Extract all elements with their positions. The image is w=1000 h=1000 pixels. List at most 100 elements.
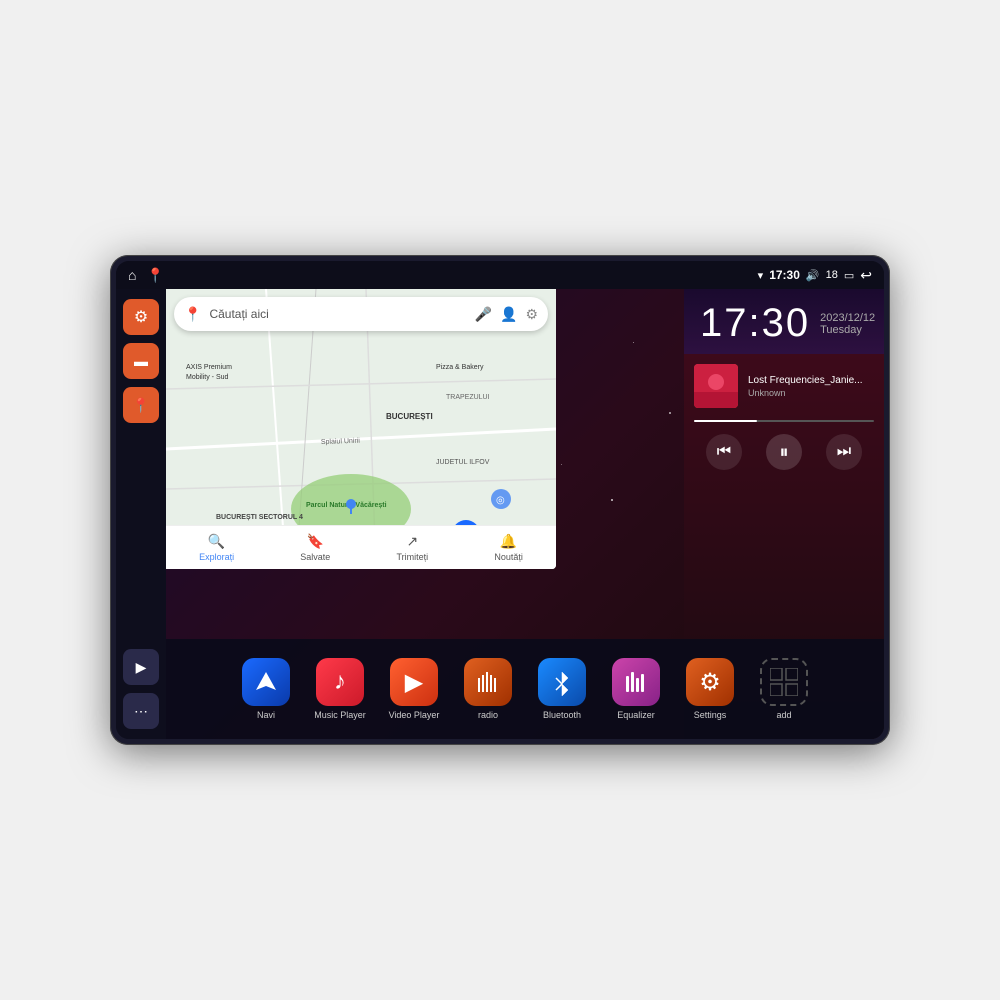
map-search-bar[interactable]: 📍 Căutați aici 🎤 👤 ⚙ bbox=[174, 297, 548, 331]
video-player-label: Video Player bbox=[389, 710, 440, 720]
music-progress-fill bbox=[694, 420, 757, 422]
svg-text:JUDETUL ILFOV: JUDETUL ILFOV bbox=[436, 459, 490, 466]
add-app-label: add bbox=[776, 710, 791, 720]
svg-text:Splaiul Unirii: Splaiul Unirii bbox=[321, 438, 361, 446]
settings-icon: ⚙ bbox=[134, 307, 148, 327]
map-bottom-bar: 🔍 Explorați 🔖 Salvate ↗ Trimiteți 🔔 bbox=[166, 525, 556, 569]
clock-date-info: 2023/12/12 Tuesday bbox=[820, 312, 875, 336]
share-label: Trimiteți bbox=[397, 552, 429, 562]
bluetooth-label: Bluetooth bbox=[543, 710, 581, 720]
status-right-icons: ▾ 17:30 🔊 18 ▭ ↩ bbox=[758, 267, 872, 284]
sidebar: ⚙ ▬ 📍 ▶ ⋯ bbox=[116, 289, 166, 739]
explore-icon: 🔍 bbox=[208, 533, 225, 550]
explore-label: Explorați bbox=[199, 552, 234, 562]
back-icon[interactable]: ↩ bbox=[860, 267, 872, 284]
home-icon[interactable]: ⌂ bbox=[128, 267, 136, 284]
status-left-icons: ⌂ 📍 bbox=[128, 267, 164, 284]
main-area: ⚙ ▬ 📍 ▶ ⋯ bbox=[116, 289, 884, 739]
equalizer-icon bbox=[612, 658, 660, 706]
music-controls: ⏮ ⏸ ⏭ bbox=[694, 434, 874, 470]
mic-icon[interactable]: 🎤 bbox=[475, 306, 492, 323]
music-player-icon: ♪ bbox=[316, 658, 364, 706]
status-bar: ⌂ 📍 ▾ 17:30 🔊 18 ▭ ↩ bbox=[116, 261, 884, 289]
music-artist: Unknown bbox=[748, 388, 874, 398]
radio-icon bbox=[464, 658, 512, 706]
svg-text:BUCUREȘTI: BUCUREȘTI bbox=[386, 412, 433, 421]
app-item-add[interactable]: add bbox=[754, 658, 814, 720]
music-pause-button[interactable]: ⏸ bbox=[766, 434, 802, 470]
clock-date: 2023/12/12 bbox=[820, 312, 875, 324]
share-icon: ↗ bbox=[406, 533, 418, 550]
app-item-settings[interactable]: ⚙ Settings bbox=[680, 658, 740, 720]
sidebar-item-map[interactable]: 📍 bbox=[123, 387, 159, 423]
center-content: Splaiul Unirii Parcul Natural Văcărești … bbox=[166, 289, 884, 739]
svg-text:Pizza & Bakery: Pizza & Bakery bbox=[436, 364, 484, 371]
navi-icon bbox=[242, 658, 290, 706]
map-tab-news[interactable]: 🔔 Noutăți bbox=[494, 533, 523, 562]
settings-app-icon: ⚙ bbox=[686, 658, 734, 706]
news-icon: 🔔 bbox=[500, 533, 517, 550]
folder-icon: ▬ bbox=[134, 353, 148, 369]
bluetooth-icon bbox=[538, 658, 586, 706]
music-prev-button[interactable]: ⏮ bbox=[706, 434, 742, 470]
sidebar-item-folder[interactable]: ▬ bbox=[123, 343, 159, 379]
svg-text:TRAPEZULUI: TRAPEZULUI bbox=[446, 394, 490, 401]
clock-widget: 17:30 2023/12/12 Tuesday bbox=[684, 289, 884, 354]
map-container[interactable]: Splaiul Unirii Parcul Natural Văcărești … bbox=[166, 289, 556, 569]
app-item-equalizer[interactable]: Equalizer bbox=[606, 658, 666, 720]
wifi-icon: ▾ bbox=[758, 269, 764, 282]
time-display: 17:30 bbox=[769, 268, 800, 282]
app-item-video-player[interactable]: ▶ Video Player bbox=[384, 658, 444, 720]
sidebar-item-nav[interactable]: ▶ bbox=[123, 649, 159, 685]
device-frame: ⌂ 📍 ▾ 17:30 🔊 18 ▭ ↩ ⚙ ▬ bbox=[110, 255, 890, 745]
music-player-label: Music Player bbox=[314, 710, 366, 720]
clock-day: Tuesday bbox=[820, 324, 875, 336]
map-tab-share[interactable]: ↗ Trimiteți bbox=[397, 533, 429, 562]
svg-text:BUCUREȘTI SECTORUL 4: BUCUREȘTI SECTORUL 4 bbox=[216, 514, 303, 521]
music-next-button[interactable]: ⏭ bbox=[826, 434, 862, 470]
svg-text:Mobility - Sud: Mobility - Sud bbox=[186, 374, 229, 381]
battery-icon: ▭ bbox=[844, 269, 854, 282]
battery-level: 18 bbox=[826, 269, 838, 281]
map-settings-icon[interactable]: ⚙ bbox=[525, 306, 538, 323]
clock-time-display: 17:30 bbox=[700, 301, 810, 346]
apps-grid-icon: ⋯ bbox=[134, 703, 148, 720]
settings-app-label: Settings bbox=[694, 710, 727, 720]
device-screen: ⌂ 📍 ▾ 17:30 🔊 18 ▭ ↩ ⚙ ▬ bbox=[116, 261, 884, 739]
app-item-navi[interactable]: Navi bbox=[236, 658, 296, 720]
svg-text:AXIS Premium: AXIS Premium bbox=[186, 364, 232, 371]
map-tab-saved[interactable]: 🔖 Salvate bbox=[300, 533, 330, 562]
sidebar-item-apps[interactable]: ⋯ bbox=[123, 693, 159, 729]
equalizer-label: Equalizer bbox=[617, 710, 655, 720]
app-grid: Navi ♪ Music Player ▶ Video Player bbox=[166, 639, 884, 739]
music-title: Lost Frequencies_Janie... bbox=[748, 375, 874, 386]
map-tab-explore[interactable]: 🔍 Explorați bbox=[199, 533, 234, 562]
saved-label: Salvate bbox=[300, 552, 330, 562]
app-item-bluetooth[interactable]: Bluetooth bbox=[532, 658, 592, 720]
sidebar-item-settings[interactable]: ⚙ bbox=[123, 299, 159, 335]
svg-text:◎: ◎ bbox=[496, 495, 505, 506]
navi-label: Navi bbox=[257, 710, 275, 720]
radio-label: radio bbox=[478, 710, 498, 720]
nav-arrow-icon: ▶ bbox=[136, 659, 147, 676]
clock-time: 17:30 bbox=[700, 301, 810, 345]
app-item-radio[interactable]: radio bbox=[458, 658, 518, 720]
news-label: Noutăți bbox=[494, 552, 523, 562]
music-info: Lost Frequencies_Janie... Unknown bbox=[694, 364, 874, 408]
map-pin-icon: 📍 bbox=[132, 397, 149, 414]
music-album-art bbox=[694, 364, 738, 408]
google-maps-icon: 📍 bbox=[184, 306, 201, 323]
volume-icon: 🔊 bbox=[806, 269, 820, 282]
music-details: Lost Frequencies_Janie... Unknown bbox=[748, 375, 874, 398]
next-icon: ⏭ bbox=[837, 443, 851, 461]
app-item-music-player[interactable]: ♪ Music Player bbox=[310, 658, 370, 720]
map-search-text[interactable]: Căutați aici bbox=[209, 307, 466, 321]
account-icon[interactable]: 👤 bbox=[500, 306, 517, 323]
video-player-icon: ▶ bbox=[390, 658, 438, 706]
saved-icon: 🔖 bbox=[307, 533, 324, 550]
pause-icon: ⏸ bbox=[780, 442, 789, 463]
prev-icon: ⏮ bbox=[717, 443, 731, 461]
music-progress-bar[interactable] bbox=[694, 420, 874, 422]
add-app-icon bbox=[760, 658, 808, 706]
maps-icon[interactable]: 📍 bbox=[146, 267, 163, 284]
